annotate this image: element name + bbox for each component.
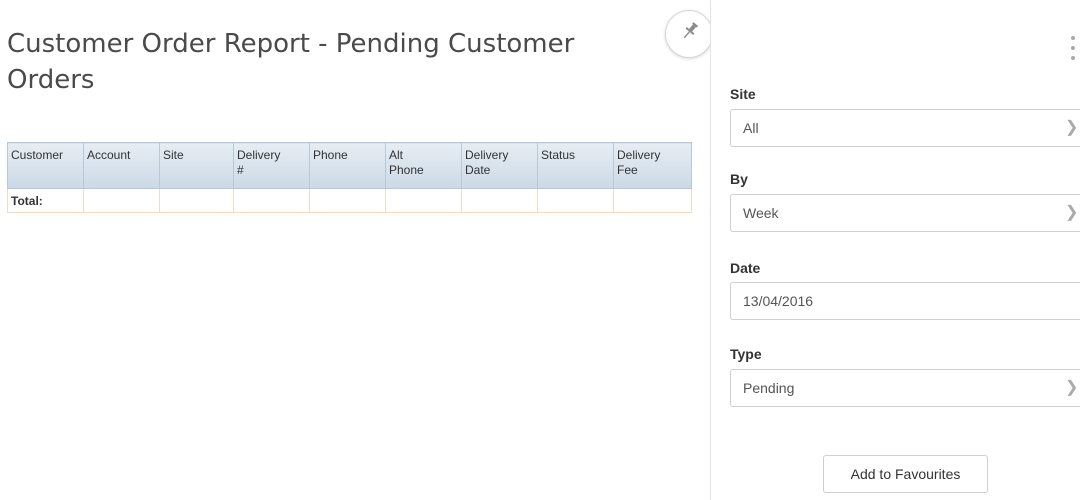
column-header-delivery-date[interactable]: Delivery Date — [461, 142, 538, 189]
column-header-customer[interactable]: Customer — [7, 142, 84, 189]
chevron-right-icon: ❯ — [1065, 379, 1079, 396]
column-header-delivery-fee[interactable]: Delivery Fee — [613, 142, 692, 189]
table-cell — [159, 188, 234, 213]
column-header-site[interactable]: Site — [159, 142, 234, 189]
column-header-alt-phone[interactable]: Alt Phone — [385, 142, 462, 189]
total-label: Total: — [7, 188, 84, 213]
column-header-status[interactable]: Status — [537, 142, 614, 189]
pin-icon — [677, 22, 701, 42]
report-table: Customer Account Site Delivery # Phone Al… — [7, 142, 692, 213]
table-cell — [613, 188, 692, 213]
page-title: Customer Order Report - Pending Customer… — [7, 29, 575, 95]
date-value: 13/04/2016 — [743, 293, 814, 309]
column-header-delivery-number[interactable]: Delivery # — [233, 142, 310, 189]
pin-button[interactable] — [665, 10, 713, 58]
table-cell — [461, 188, 538, 213]
type-label: Type — [730, 346, 762, 362]
filter-sidebar: Site All ❯ By Week ❯ Date 13/04/2016 Typ… — [710, 0, 1080, 500]
date-field[interactable]: 13/04/2016 — [730, 282, 1080, 320]
total-row: Total: — [7, 188, 692, 213]
add-to-favourites-button[interactable]: Add to Favourites — [823, 455, 988, 493]
date-label: Date — [730, 260, 761, 276]
by-select[interactable]: Week ❯ — [730, 194, 1080, 232]
table-cell — [233, 188, 310, 213]
table-cell — [537, 188, 614, 213]
type-select[interactable]: Pending ❯ — [730, 369, 1080, 407]
chevron-right-icon: ❯ — [1065, 119, 1079, 136]
column-header-account[interactable]: Account — [83, 142, 160, 189]
table-cell — [385, 188, 462, 213]
type-value: Pending — [743, 380, 795, 396]
table-header-row: Customer Account Site Delivery # Phone Al… — [7, 142, 692, 189]
site-label: Site — [730, 86, 756, 102]
site-value: All — [743, 120, 759, 136]
by-value: Week — [743, 205, 779, 221]
table-cell — [309, 188, 386, 213]
site-select[interactable]: All ❯ — [730, 109, 1080, 147]
by-label: By — [730, 171, 748, 187]
report-area: Customer Order Report - Pending Customer… — [0, 0, 710, 500]
chevron-right-icon: ❯ — [1065, 204, 1079, 221]
kebab-menu-icon[interactable] — [1070, 36, 1076, 60]
column-header-phone[interactable]: Phone — [309, 142, 386, 189]
table-cell — [83, 188, 160, 213]
